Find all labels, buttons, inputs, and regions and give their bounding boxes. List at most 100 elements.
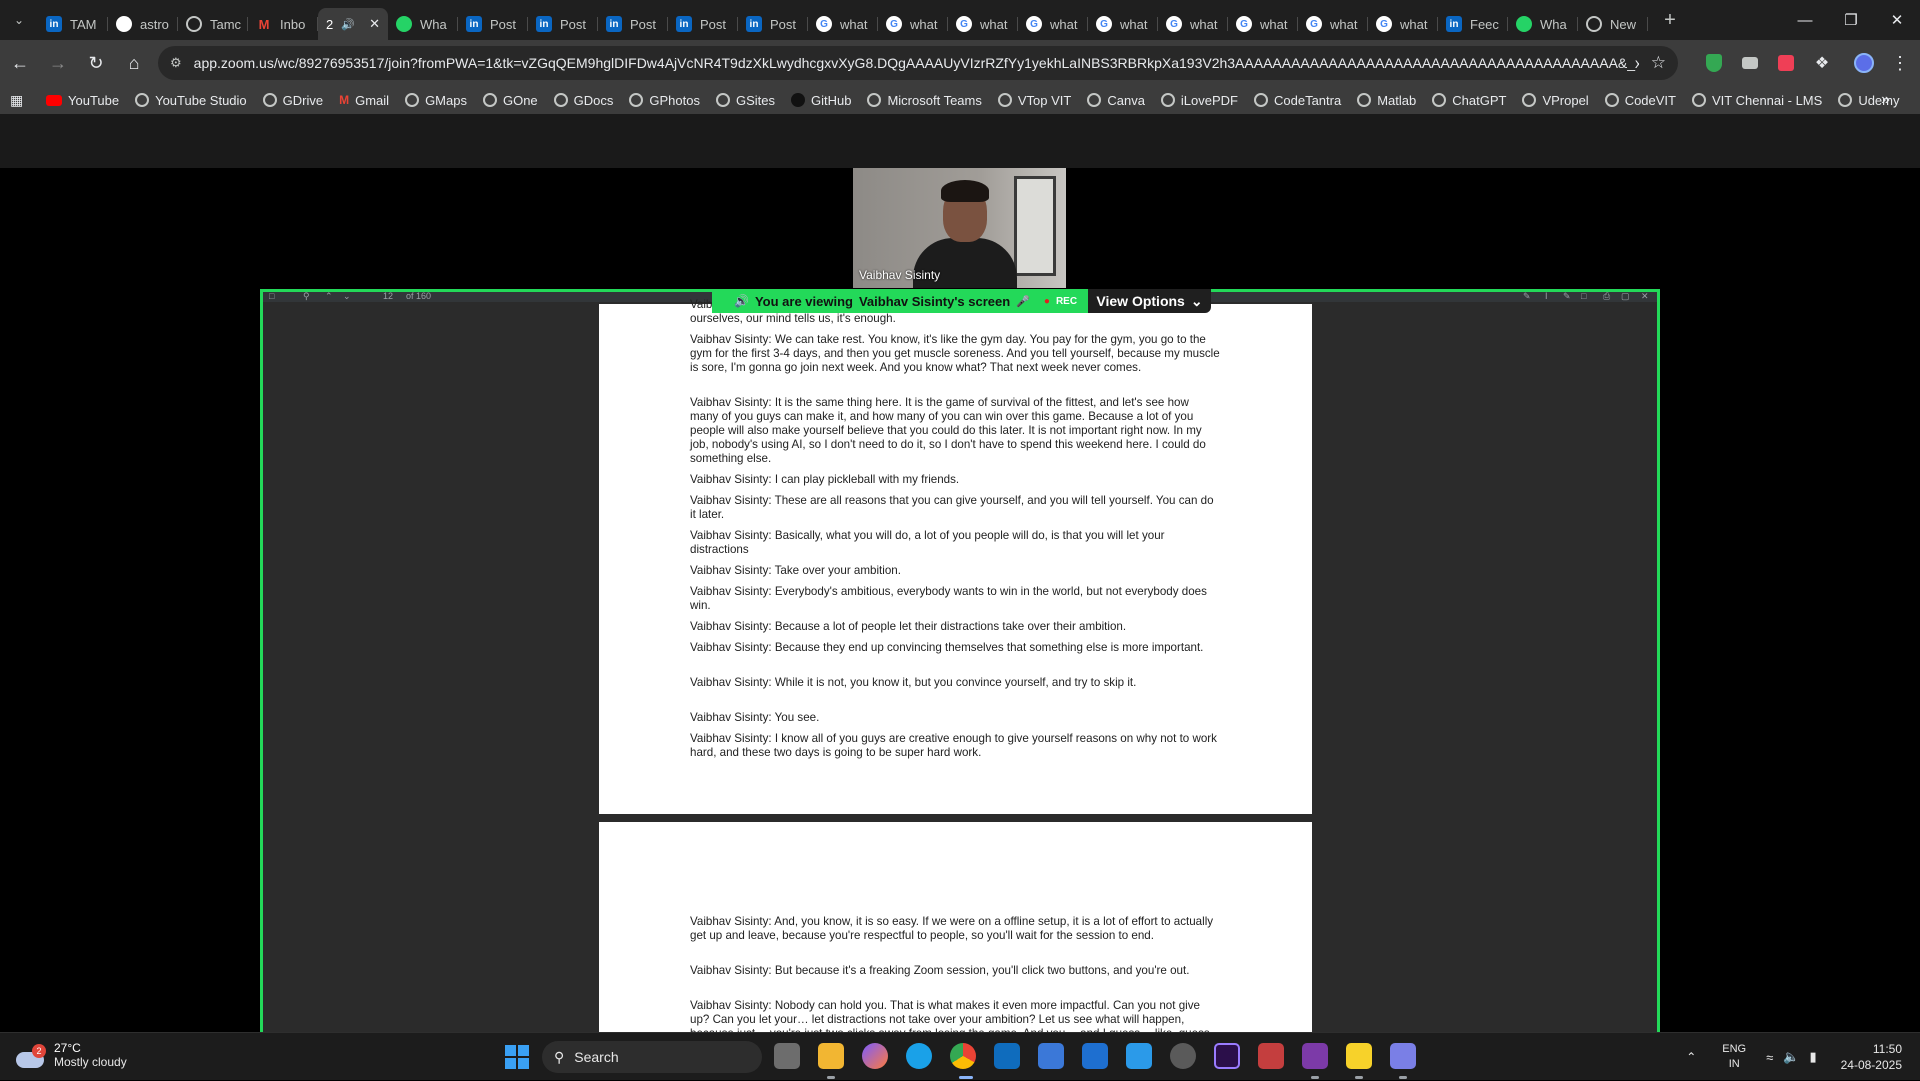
bookmark-item[interactable]: GitHub bbox=[791, 93, 851, 108]
browser-tab[interactable]: Wha bbox=[1508, 8, 1578, 40]
premiere-pro-icon[interactable] bbox=[1214, 1043, 1240, 1069]
browser-tab[interactable]: Gwhat bbox=[1368, 8, 1438, 40]
outlook-icon[interactable] bbox=[994, 1043, 1020, 1069]
bookmark-item[interactable]: Microsoft Teams bbox=[867, 93, 982, 108]
close-window-icon[interactable]: ✕ bbox=[1874, 0, 1920, 40]
bookmark-item[interactable]: M Gmail bbox=[339, 93, 389, 108]
browser-tab[interactable]: Gwhat bbox=[1088, 8, 1158, 40]
bookmark-item[interactable]: VIT Chennai - LMS bbox=[1692, 93, 1822, 108]
bookmark-item[interactable]: iLovePDF bbox=[1160, 93, 1238, 108]
pdf-close-icon[interactable]: ✕ bbox=[1641, 291, 1649, 302]
extension-shield-icon[interactable] bbox=[1698, 47, 1730, 79]
store-icon[interactable] bbox=[1038, 1043, 1064, 1069]
volume-icon[interactable]: 🔈 bbox=[1783, 1049, 1799, 1065]
back-icon[interactable]: ← bbox=[2, 45, 38, 81]
minimize-icon[interactable]: — bbox=[1782, 0, 1828, 40]
browser-tab[interactable]: Gwhat bbox=[1228, 8, 1298, 40]
bookmark-star-icon[interactable]: ☆ bbox=[1651, 53, 1666, 73]
extensions-puzzle-icon[interactable]: ❖ bbox=[1806, 47, 1838, 79]
participant-video-tile[interactable]: Vaibhav Sisinty bbox=[853, 168, 1066, 288]
browser-tab[interactable]: in Post bbox=[528, 8, 598, 40]
browser-tab[interactable]: in TAM bbox=[38, 8, 108, 40]
wifi-icon[interactable]: ≈ bbox=[1766, 1050, 1773, 1065]
browser-tab[interactable]: astro bbox=[108, 8, 178, 40]
browser-tab[interactable]: in Post bbox=[598, 8, 668, 40]
pdf-annotate-icon[interactable]: ✎ bbox=[1523, 291, 1531, 302]
extension-camera-icon[interactable] bbox=[1734, 47, 1766, 79]
bookmark-item[interactable]: ChatGPT bbox=[1432, 93, 1506, 108]
close-tab-icon[interactable]: ✕ bbox=[369, 16, 380, 32]
bookmark-item[interactable]: Canva bbox=[1087, 93, 1145, 108]
browser-tab[interactable]: New bbox=[1578, 8, 1648, 40]
browser-tab[interactable]: Gwhat bbox=[1298, 8, 1368, 40]
new-tab-button[interactable]: + bbox=[1652, 0, 1688, 40]
start-button[interactable] bbox=[505, 1045, 529, 1069]
sidebar-toggle-icon[interactable]: □ bbox=[269, 291, 274, 301]
zoom-app-icon[interactable] bbox=[1390, 1043, 1416, 1069]
sticky-notes-icon[interactable] bbox=[1346, 1043, 1372, 1069]
onenote-icon[interactable] bbox=[1302, 1043, 1328, 1069]
browser-tab[interactable]: Wha bbox=[388, 8, 458, 40]
vscode-icon[interactable] bbox=[1126, 1043, 1152, 1069]
tray-overflow-icon[interactable]: ⌃ bbox=[1686, 1050, 1696, 1064]
pdf-draw-icon[interactable]: ✎ bbox=[1563, 291, 1571, 302]
home-icon[interactable]: ⌂ bbox=[116, 45, 152, 81]
browser-tab[interactable]: Gwhat bbox=[1158, 8, 1228, 40]
bookmark-item[interactable]: VPropel bbox=[1522, 93, 1589, 108]
bookmark-item[interactable]: Matlab bbox=[1357, 93, 1416, 108]
pdf-search-icon[interactable]: ⚲ bbox=[303, 291, 310, 302]
language-indicator[interactable]: ENG IN bbox=[1722, 1042, 1746, 1072]
browser-tab[interactable]: 2 🔊 ✕ bbox=[318, 8, 388, 40]
battery-icon[interactable]: ▮ bbox=[1809, 1049, 1816, 1065]
apps-grid-icon[interactable]: ▦ bbox=[10, 92, 30, 109]
chrome-icon[interactable] bbox=[950, 1043, 976, 1069]
pdf-save-icon[interactable]: □ bbox=[1581, 291, 1586, 301]
bookmark-item[interactable]: CodeVIT bbox=[1604, 93, 1676, 108]
bookmark-item[interactable]: GPhotos bbox=[629, 93, 700, 108]
snipping-tool-icon[interactable] bbox=[1258, 1043, 1284, 1069]
bookmark-item[interactable]: CodeTantra bbox=[1254, 93, 1341, 108]
address-bar[interactable]: ⚙ app.zoom.us/wc/89276953517/join?fromPW… bbox=[158, 46, 1678, 80]
browser-menu-icon[interactable]: ⋮ bbox=[1884, 47, 1916, 79]
app-icon[interactable] bbox=[1170, 1043, 1196, 1069]
pdf-print-icon[interactable]: ⎙ bbox=[1603, 291, 1610, 302]
pdf-prev-icon[interactable]: ⌃ bbox=[325, 291, 333, 302]
bookmark-item[interactable]: Udemy bbox=[1838, 93, 1900, 108]
browser-tab[interactable]: in Post bbox=[458, 8, 528, 40]
browser-tab[interactable]: Gwhat bbox=[878, 8, 948, 40]
browser-tab[interactable]: in Feec bbox=[1438, 8, 1508, 40]
bookmark-item[interactable]: YouTube Studio bbox=[135, 93, 247, 108]
pdf-next-icon[interactable]: ⌄ bbox=[343, 291, 351, 302]
file-explorer-icon[interactable] bbox=[818, 1043, 844, 1069]
pdf-page-number[interactable]: 12 bbox=[383, 291, 393, 301]
clock[interactable]: 11:50 24-08-2025 bbox=[1841, 1041, 1902, 1073]
browser-tab[interactable]: in Post bbox=[668, 8, 738, 40]
bookmark-item[interactable]: GMaps bbox=[405, 93, 467, 108]
shared-screen-frame[interactable]: □ ⚲ ⌃ ⌄ 12 of 160 ✎ I ✎ □ ⎙ ▢ ✕ Vaibhav … bbox=[260, 289, 1660, 1054]
restore-icon[interactable]: ❐ bbox=[1828, 0, 1874, 40]
browser-tab[interactable]: Gwhat bbox=[948, 8, 1018, 40]
bookmark-item[interactable]: GDrive bbox=[262, 93, 323, 108]
bookmark-item[interactable]: YouTube bbox=[46, 93, 119, 108]
reload-icon[interactable]: ↻ bbox=[78, 45, 114, 81]
browser-tab[interactable]: in Post bbox=[738, 8, 808, 40]
site-info-icon[interactable]: ⚙ bbox=[170, 55, 182, 71]
browser-tab[interactable]: Gwhat bbox=[1018, 8, 1088, 40]
pdf-fullscreen-icon[interactable]: ▢ bbox=[1621, 291, 1630, 302]
browser-tab[interactable]: M Inbo bbox=[248, 8, 318, 40]
forward-icon[interactable]: → bbox=[40, 45, 76, 81]
bookmark-item[interactable]: VTop VIT bbox=[997, 93, 1071, 108]
bookmark-item[interactable]: GDocs bbox=[553, 93, 613, 108]
pdf-text-icon[interactable]: I bbox=[1545, 291, 1548, 301]
bookmark-item[interactable]: GOne bbox=[482, 93, 538, 108]
browser-tab[interactable]: Tamc bbox=[178, 8, 248, 40]
view-options-button[interactable]: View Options ⌄ bbox=[1088, 289, 1211, 313]
more-bookmarks-icon[interactable]: » bbox=[1881, 91, 1890, 109]
weather-widget[interactable]: 2 27°C Mostly cloudy bbox=[16, 1041, 127, 1070]
bookmark-item[interactable]: GSites bbox=[715, 93, 775, 108]
audio-playing-icon[interactable]: 🔊 bbox=[341, 18, 355, 31]
copilot-icon[interactable] bbox=[862, 1043, 888, 1069]
url-text[interactable]: app.zoom.us/wc/89276953517/join?fromPWA=… bbox=[194, 55, 1639, 71]
extension-pocket-icon[interactable] bbox=[1770, 47, 1802, 79]
app-icon[interactable] bbox=[1082, 1043, 1108, 1069]
